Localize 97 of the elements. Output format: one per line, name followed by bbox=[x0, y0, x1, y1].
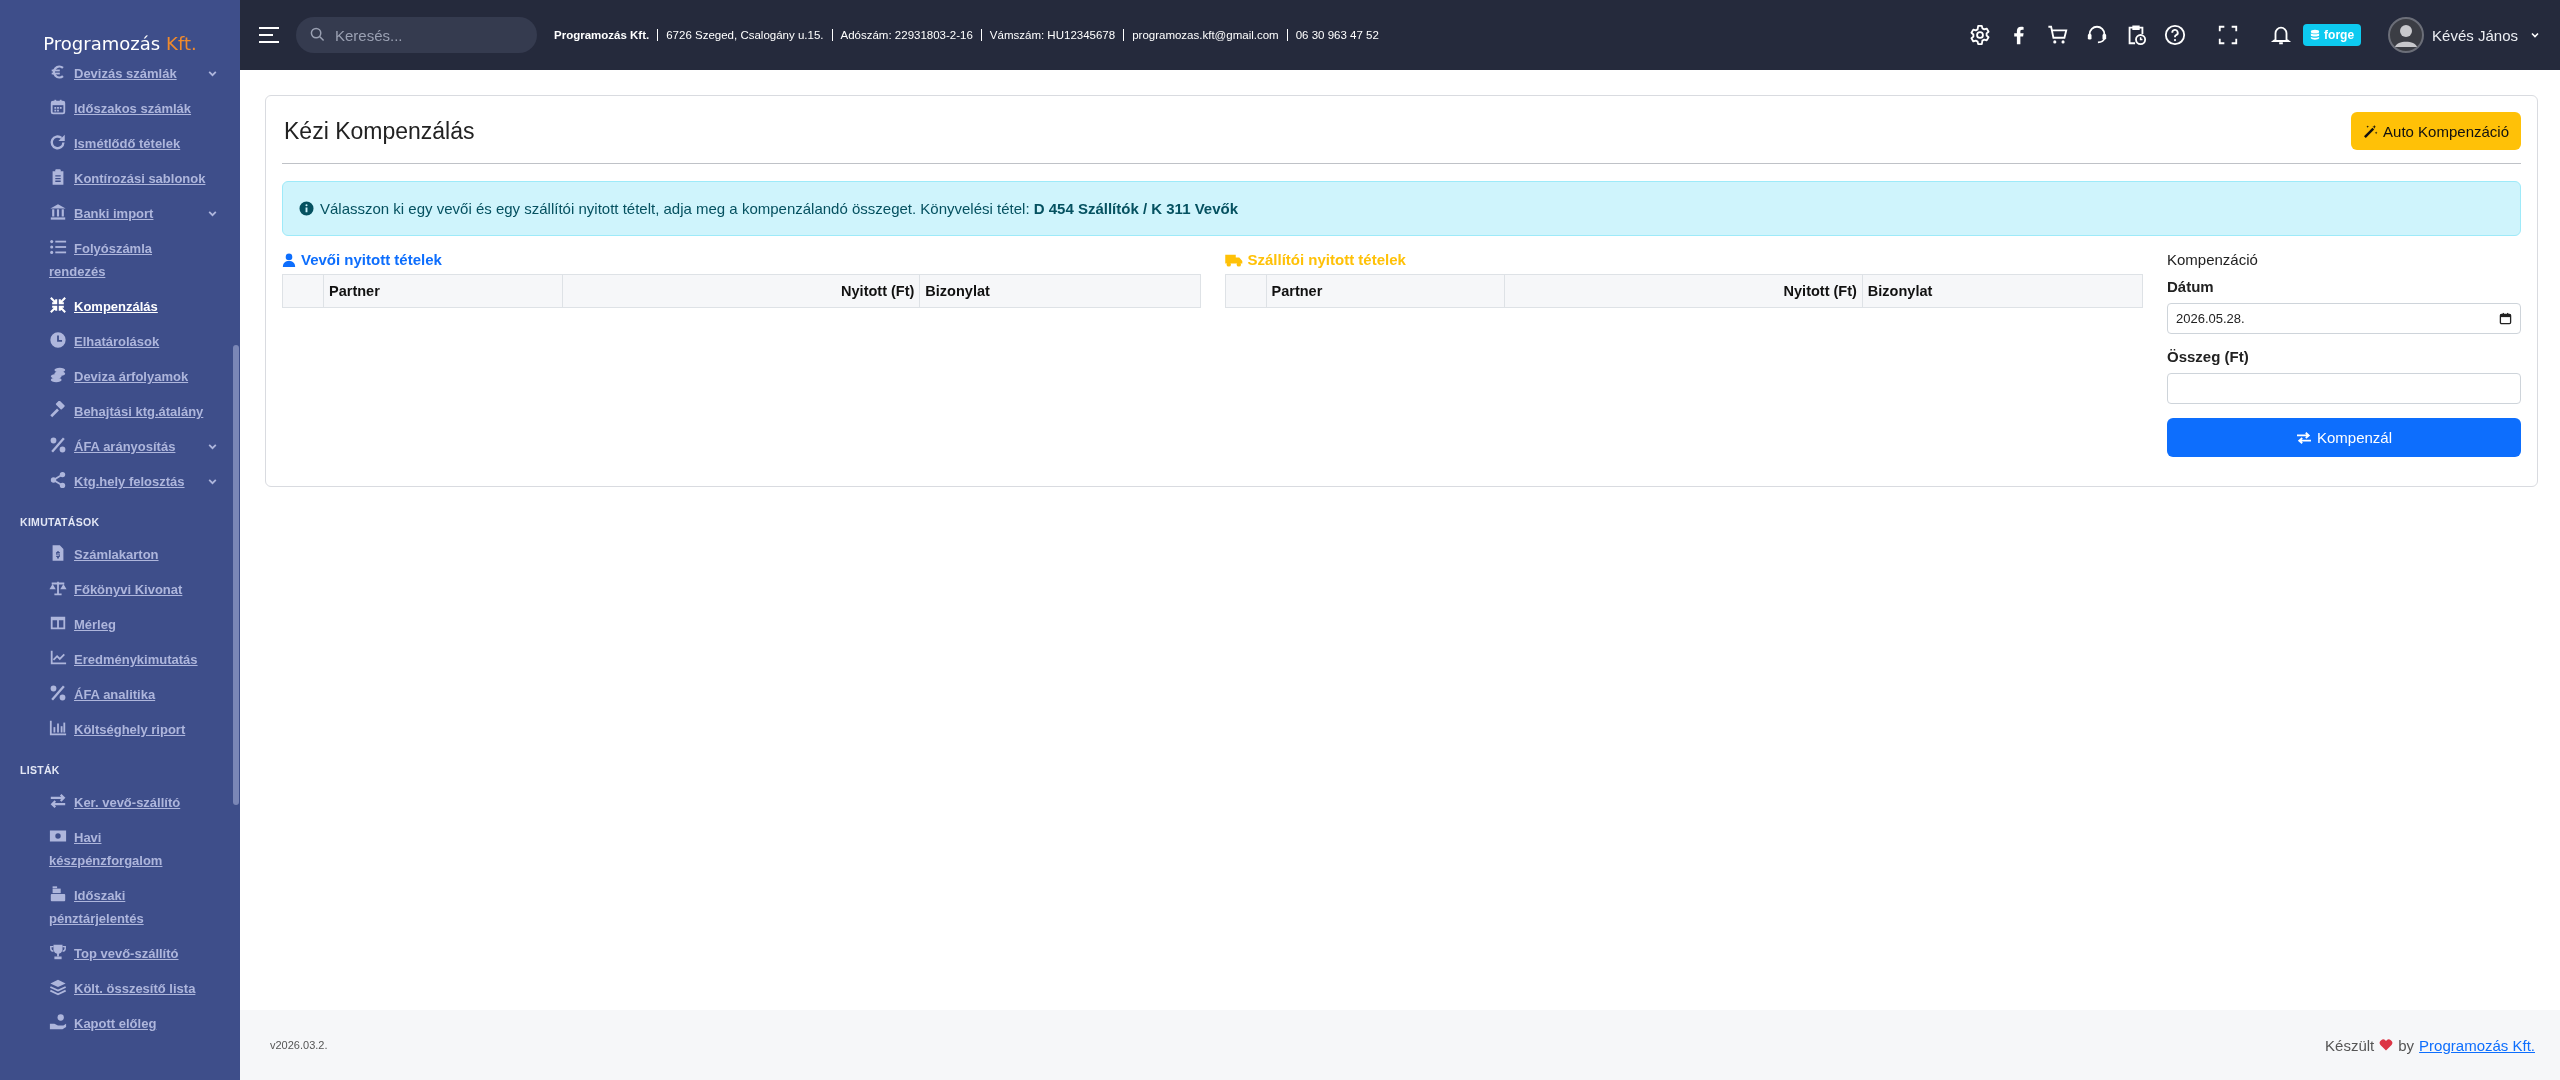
truck-icon bbox=[1224, 252, 1243, 267]
percent-icon bbox=[49, 684, 67, 702]
avatar bbox=[2388, 17, 2425, 53]
settings-icon[interactable] bbox=[1969, 24, 1992, 46]
panel-title: Szállítói nyitott tételek bbox=[1224, 251, 2143, 268]
person-icon bbox=[282, 252, 296, 267]
form-title: Kompenzáció bbox=[2167, 251, 2259, 268]
nav-link[interactable]: Számlakarton bbox=[49, 543, 209, 566]
field-label: Összeg (Ft) bbox=[2167, 348, 2250, 365]
scale-icon bbox=[49, 579, 67, 597]
columns-icon bbox=[49, 614, 67, 632]
bell-icon[interactable] bbox=[2270, 24, 2293, 46]
user-menu[interactable]: Kévés János bbox=[2388, 17, 2540, 53]
calendar-icon[interactable] bbox=[2499, 312, 2512, 325]
hand-coin-icon bbox=[49, 1013, 67, 1031]
nav-link[interactable]: Banki import bbox=[49, 202, 207, 225]
nav-link[interactable]: Eredménykimutatás bbox=[49, 648, 209, 671]
layers-icon bbox=[49, 978, 67, 996]
list-icon bbox=[49, 238, 67, 256]
table-header-cell bbox=[282, 274, 324, 308]
nav-link[interactable]: Top vevő-szállító bbox=[49, 942, 209, 965]
nav-link[interactable]: Havi készpénzforgalom bbox=[49, 826, 209, 872]
headset-icon[interactable] bbox=[2086, 24, 2109, 46]
company-info-text: 06 30 963 47 52 bbox=[1295, 29, 1379, 41]
nav-link[interactable]: Költ. összesítő lista bbox=[49, 977, 209, 1000]
amount-field[interactable] bbox=[2167, 373, 2521, 404]
section-heading: LISTÁK bbox=[19, 763, 61, 778]
nav-link[interactable]: ÁFA arányosítás bbox=[49, 435, 207, 458]
register-icon bbox=[49, 885, 67, 903]
nav-link[interactable]: Devizás számlák bbox=[49, 62, 207, 85]
bar-chart-icon bbox=[49, 719, 67, 737]
arrows-icon bbox=[49, 792, 67, 810]
column-header[interactable]: Partner bbox=[1266, 274, 1505, 308]
company-info-text: Programozás Kft. bbox=[554, 29, 650, 41]
company-info-text: Vámszám: HU12345678 bbox=[989, 29, 1116, 41]
menu-icon[interactable] bbox=[258, 26, 280, 44]
company-info-text: Adószám: 22931803-2-16 bbox=[840, 29, 973, 41]
panel-title: Vevői nyitott tételek bbox=[282, 251, 1201, 268]
nav-link[interactable]: Időszakos számlák bbox=[49, 97, 209, 120]
cart-icon[interactable] bbox=[2047, 24, 2070, 46]
nav-link[interactable]: Kontírozási sablonok bbox=[49, 167, 209, 190]
column-header[interactable]: Bizonylat bbox=[919, 274, 1200, 308]
database-icon bbox=[2310, 29, 2321, 41]
auto-compensation-button[interactable]: Auto Kompenzáció bbox=[2351, 112, 2521, 150]
nav-link[interactable]: ÁFA analitika bbox=[49, 683, 209, 706]
nav-link[interactable]: Mérleg bbox=[49, 613, 209, 636]
version-text: v2026.03.2. bbox=[270, 1039, 328, 1051]
search-icon bbox=[310, 27, 325, 42]
credit-text: Készült bbox=[2325, 1036, 2375, 1054]
nav-link[interactable]: Kompenzálás bbox=[49, 295, 209, 318]
nav-link[interactable]: Ismétlődő tételek bbox=[49, 132, 209, 155]
nav-link[interactable]: Főkönyvi Kivonat bbox=[49, 578, 209, 601]
nav-link[interactable]: Időszaki pénztárjelentés bbox=[49, 884, 209, 930]
percent-icon bbox=[49, 436, 67, 454]
company-info-text: programozas.kft@gmail.com bbox=[1132, 29, 1279, 41]
info-icon bbox=[299, 201, 314, 216]
compress-icon bbox=[49, 296, 67, 314]
column-header[interactable]: Nyitott (Ft) bbox=[1504, 274, 1863, 308]
nav-link[interactable]: Költséghely riport bbox=[49, 718, 209, 741]
page-title: Kézi Kompenzálás bbox=[284, 117, 475, 145]
trophy-icon bbox=[49, 943, 67, 961]
refresh-icon bbox=[49, 133, 67, 151]
calendar-icon bbox=[49, 98, 67, 116]
column-header[interactable]: Partner bbox=[323, 274, 563, 308]
column-header[interactable]: Bizonylat bbox=[1862, 274, 2143, 308]
nav-link[interactable]: Ktg.hely felosztás bbox=[49, 470, 207, 493]
column-header[interactable]: Nyitott (Ft) bbox=[562, 274, 920, 308]
nav-link[interactable]: Elhatárolások bbox=[49, 330, 209, 353]
nav-link[interactable]: Ker. vevő-szállító bbox=[49, 791, 209, 814]
arrows-icon bbox=[2295, 430, 2312, 445]
compensate-button[interactable]: Kompenzál bbox=[2167, 418, 2521, 457]
section-heading: KIMUTATÁSOK bbox=[19, 515, 101, 530]
field-label: Dátum bbox=[2167, 278, 2215, 295]
footer-link[interactable]: Programozás Kft. bbox=[2419, 1036, 2535, 1054]
table-header-cell bbox=[1225, 274, 1266, 308]
nav-link[interactable]: Folyószámla rendezés bbox=[49, 237, 209, 283]
nav-link[interactable]: Kapott előleg bbox=[49, 1012, 209, 1035]
company-info-text: 6726 Szeged, Csalogány u.15. bbox=[666, 29, 824, 41]
line-chart-icon bbox=[49, 649, 67, 667]
help-icon[interactable] bbox=[2164, 24, 2187, 46]
fullscreen-icon[interactable] bbox=[2217, 24, 2240, 46]
share-icon bbox=[49, 471, 67, 489]
date-field[interactable]: 2026.05.28. bbox=[2167, 303, 2521, 334]
clock-icon bbox=[49, 331, 67, 349]
heart-icon bbox=[2379, 1039, 2394, 1051]
credit-text: by bbox=[2398, 1036, 2415, 1054]
brand-logo[interactable]: Programozás Kft. bbox=[0, 0, 240, 56]
bank-icon bbox=[49, 203, 67, 221]
magic-wand-icon bbox=[2363, 123, 2379, 139]
coins-icon bbox=[49, 366, 67, 384]
nav-link[interactable]: Deviza árfolyamok bbox=[49, 365, 209, 388]
search-field[interactable]: Keresés... bbox=[296, 17, 537, 53]
hammer-icon bbox=[49, 401, 67, 419]
scrollbar[interactable] bbox=[233, 345, 239, 805]
nav-link[interactable]: Behajtási ktg.átalány bbox=[49, 400, 209, 423]
chevron-icon bbox=[2530, 30, 2540, 40]
alert-text: Válasszon ki egy vevői és egy szállítói nyitott tételt, adja meg a kompenzálandó összeget. Könyvelési tétel: D 454 Szállítók / K 311 Vevők bbox=[320, 200, 1238, 217]
